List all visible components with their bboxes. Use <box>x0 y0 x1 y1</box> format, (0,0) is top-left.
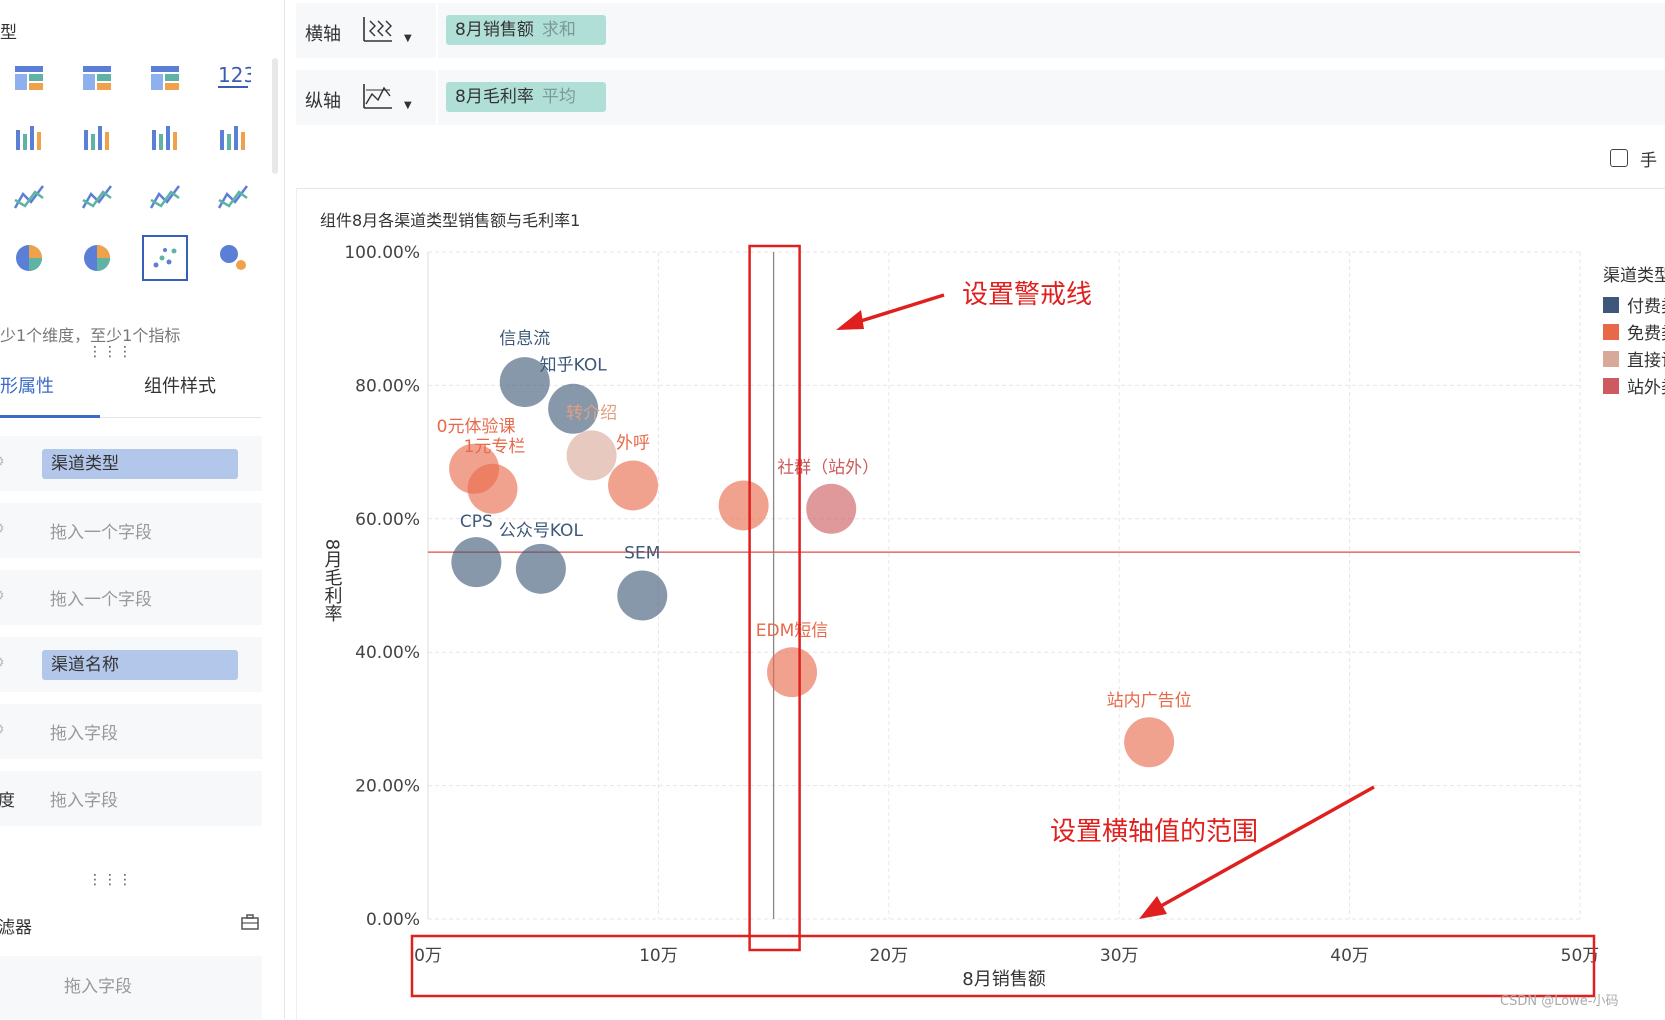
y-tick-label: 0.00% <box>366 910 420 930</box>
scatter-point <box>718 480 769 531</box>
x-tick-label: 20万 <box>869 946 908 966</box>
point-label: 0元体验课 <box>437 417 516 437</box>
point-label: 1元专栏 <box>464 437 526 457</box>
point-label: 站内广告位 <box>1107 691 1192 711</box>
legend-entry: 付费类 <box>1627 297 1665 317</box>
scatter-point <box>515 543 566 594</box>
scatter-point <box>566 430 617 481</box>
scatter-point <box>1124 717 1175 768</box>
point-label: SEM <box>624 544 660 564</box>
y-tick-label: 80.00% <box>355 376 420 396</box>
annotation-arrowhead <box>1139 896 1167 919</box>
point-label: 公众号KOL <box>499 521 584 541</box>
point-label: EDM短信 <box>756 621 829 641</box>
point-label: CPS <box>460 512 493 532</box>
scatter-point <box>451 537 502 588</box>
legend-swatch <box>1603 378 1619 394</box>
y-tick-label: 60.00% <box>355 510 420 530</box>
legend-swatch <box>1603 324 1619 340</box>
x-tick-label: 0万 <box>414 946 442 966</box>
legend-swatch <box>1603 351 1619 367</box>
y-tick-label: 100.00% <box>344 243 420 263</box>
scatter-point <box>467 463 518 514</box>
legend-title: 渠道类型 <box>1603 266 1665 286</box>
point-label: 外呼 <box>616 433 650 453</box>
annotation-arrowhead <box>836 310 864 330</box>
legend-entry: 直接访问 <box>1627 351 1665 371</box>
annotation-text: 设置横轴值的范围 <box>1050 817 1258 847</box>
scatter-chart: 0万 10万 20万 30万 40万 50万0.00%20.00%40.00%60.00%… <box>322 243 1665 998</box>
scatter-point <box>767 647 818 698</box>
legend-entry: 免费类 <box>1627 324 1665 344</box>
point-label: 转介绍 <box>566 403 617 423</box>
annotation-text: 设置警戒线 <box>962 280 1092 310</box>
y-tick-label: 20.00% <box>355 777 420 797</box>
x-axis-title: 8月销售额 <box>962 969 1045 990</box>
legend-swatch <box>1603 297 1619 313</box>
point-label: 社群（站外） <box>777 458 879 478</box>
x-tick-label: 40万 <box>1330 946 1369 966</box>
scatter-point <box>608 460 659 511</box>
y-tick-label: 40.00% <box>355 643 420 663</box>
annotation-arrow-shaft <box>1151 785 1375 913</box>
x-tick-label: 10万 <box>639 946 678 966</box>
scatter-point <box>806 483 857 534</box>
annotation-box-vertical-line <box>748 244 801 952</box>
scatter-point <box>617 570 668 621</box>
y-axis-title: 8月毛利率 <box>322 539 343 622</box>
watermark: CSDN @Lowe-小码 <box>1500 994 1619 1009</box>
point-label: 知乎KOL <box>540 356 608 376</box>
x-tick-label: 30万 <box>1100 946 1139 966</box>
point-label: 信息流 <box>499 329 550 349</box>
legend-entry: 站外类 <box>1627 378 1665 398</box>
